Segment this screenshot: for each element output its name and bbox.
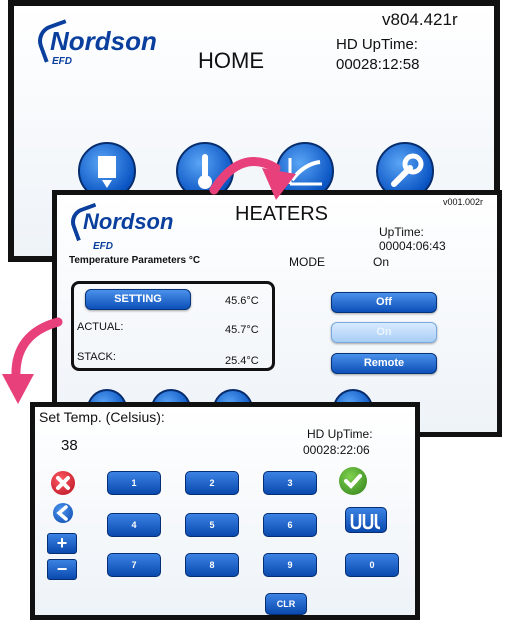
callout-arrows (2, 157, 296, 404)
